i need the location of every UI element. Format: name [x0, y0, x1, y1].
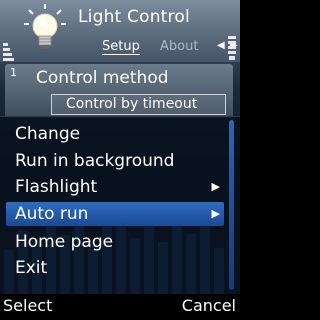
cancel-softkey[interactable]: Cancel [182, 296, 236, 315]
signal-strength-icon [3, 43, 14, 61]
menu-item-label: Home page [15, 232, 114, 252]
menu-item-home-page[interactable]: Home page [6, 230, 224, 254]
menu-item-run-in-background[interactable]: Run in background [6, 149, 224, 173]
options-menu: Change Run in background Flashlight ▶ Au… [0, 116, 240, 295]
submenu-arrow-icon: ▶ [211, 180, 220, 193]
menu-item-label: Auto run [15, 204, 89, 224]
battery-icon [228, 36, 236, 60]
app-header: Light Control Setup About ◀ ▶ [0, 0, 240, 62]
tab-setup[interactable]: Setup [102, 40, 140, 55]
menu-item-label: Exit [15, 258, 48, 278]
tab-about[interactable]: About [160, 40, 198, 54]
softkey-bar: Select Cancel [0, 294, 240, 320]
menu-item-exit[interactable]: Exit [6, 256, 224, 280]
setting-item-number: 1 [10, 66, 17, 79]
menu-item-change[interactable]: Change [6, 122, 224, 146]
menu-item-label: Run in background [15, 151, 175, 171]
app-title: Light Control [78, 7, 190, 27]
menu-item-flashlight[interactable]: Flashlight ▶ [6, 175, 224, 199]
menu-item-auto-run[interactable]: Auto run ▶ [6, 202, 224, 226]
setting-item-value: Control by timeout [66, 96, 198, 112]
menu-item-label: Change [15, 124, 81, 144]
lightbulb-icon [24, 4, 66, 49]
menu-item-label: Flashlight [15, 177, 98, 197]
setting-item-title: Control method [36, 68, 169, 88]
select-softkey[interactable]: Select [3, 296, 52, 315]
menu-scrollbar[interactable] [229, 120, 234, 290]
submenu-arrow-icon: ▶ [211, 207, 220, 220]
